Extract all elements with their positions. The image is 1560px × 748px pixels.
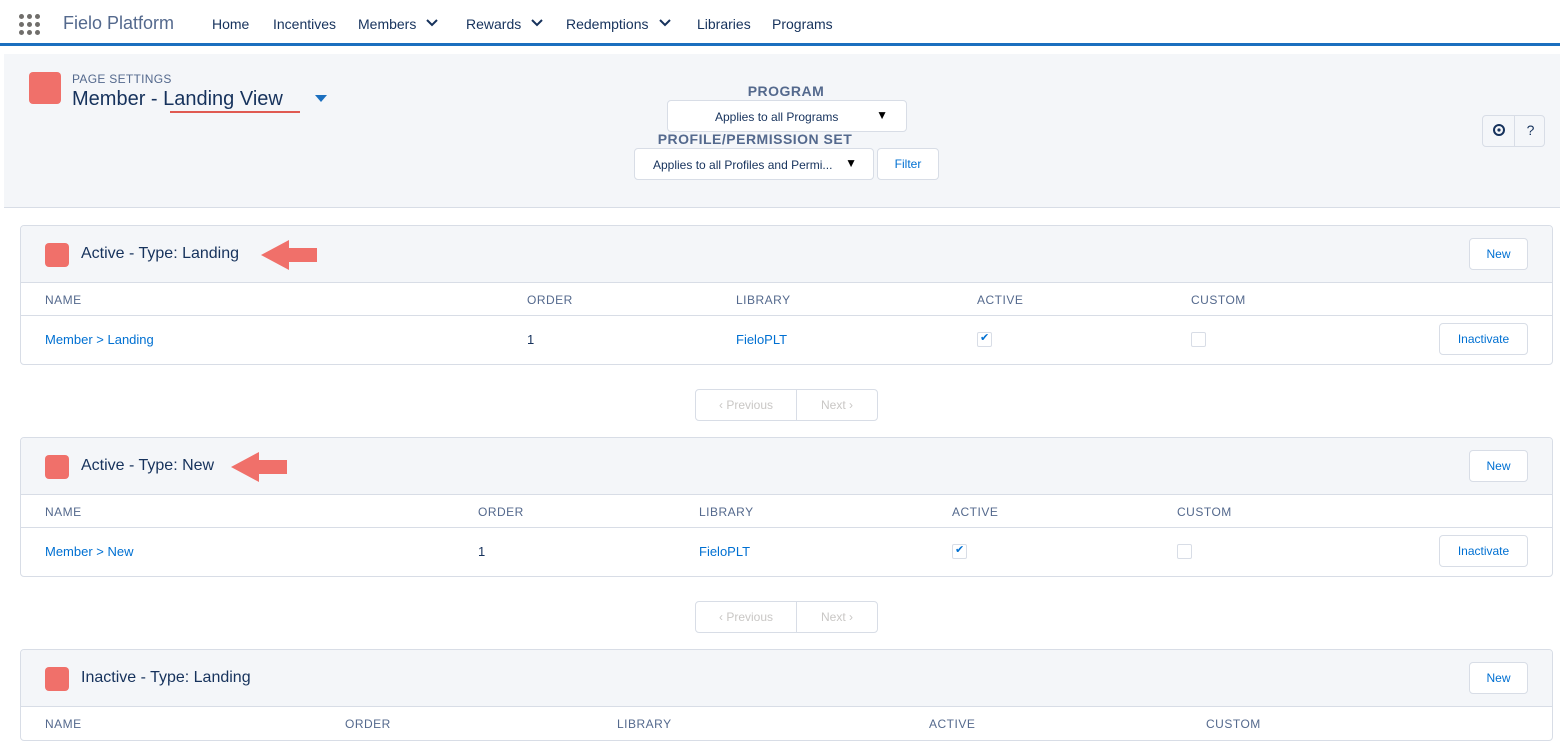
section-header: Active - Type: Landing New [21,226,1552,283]
page-header: PAGE SETTINGS Member - Landing View PROG… [4,54,1560,208]
checkmark-icon: ✔ [980,332,990,344]
column-header-name: NAME [45,505,82,519]
row-order: 1 [527,332,535,347]
chevron-right-icon: › [845,398,854,412]
filter-button[interactable]: Filter [877,148,939,180]
nav-label: Home [212,16,250,32]
next-button[interactable]: Next › [797,390,877,420]
title-view: Landing View [163,88,283,110]
section-icon [45,243,69,267]
new-button[interactable]: New [1469,450,1528,482]
nav-item-rewards[interactable]: Rewards [466,16,543,32]
section-icon [45,667,69,691]
dropdown-arrow-icon: ▼ [845,156,857,170]
profile-select-value: Applies to all Profiles and Permi... [653,158,833,172]
top-navigation: Fielo Platform Home Incentives Members R… [0,0,1560,46]
title-prefix: Member - [72,88,164,110]
inactivate-button[interactable]: Inactivate [1439,323,1528,355]
nav-label: Incentives [273,16,337,32]
program-label: PROGRAM [747,83,825,99]
help-icon[interactable]: ? [1515,116,1546,146]
column-header-library: LIBRARY [617,717,672,731]
chevron-right-icon: › [845,610,854,624]
chevron-down-icon[interactable] [426,19,439,27]
annotation-arrow-icon [231,452,287,482]
column-header-name: NAME [45,717,82,731]
previous-button[interactable]: ‹ Previous [696,602,796,632]
nav-item-programs[interactable]: Programs [772,16,833,32]
profile-label: PROFILE/PERMISSION SET [657,131,853,147]
section-title: Inactive - Type: Landing [81,669,251,686]
page-eyebrow: PAGE SETTINGS [72,72,172,86]
row-library-link[interactable]: FieloPLT [736,332,787,347]
section-header: Inactive - Type: Landing New [21,650,1552,707]
chevron-down-icon[interactable] [531,19,543,27]
page-title: Member - Landing View [72,88,283,111]
custom-checkbox[interactable] [1191,332,1206,347]
column-header-active: ACTIVE [977,293,1024,307]
column-header-order: ORDER [345,717,391,731]
chevron-down-icon[interactable] [658,19,671,27]
section-inactive-landing: Inactive - Type: Landing New NAME ORDER … [20,649,1553,741]
page-settings-icon [29,72,61,104]
column-header-order: ORDER [527,293,573,307]
annotation-arrow-icon [261,240,317,270]
app-launcher-icon[interactable] [19,14,41,36]
row-order: 1 [478,544,486,559]
settings-icon[interactable] [1483,116,1514,146]
view-dropdown-icon[interactable] [315,95,327,102]
active-checkbox[interactable]: ✔ [977,332,992,347]
nav-label: Libraries [697,16,751,32]
app-name: Fielo Platform [63,13,175,33]
section-active-landing: Active - Type: Landing New NAME ORDER LI… [20,225,1553,365]
previous-button[interactable]: ‹ Previous [696,390,796,420]
nav-label: Members [358,16,417,32]
row-name-link[interactable]: Member > New [45,544,134,559]
nav-item-members[interactable]: Members [358,16,439,32]
profile-select[interactable]: Applies to all Profiles and Permi... ▼ [634,148,874,180]
column-header-name: NAME [45,293,82,307]
section-active-new: Active - Type: New New NAME ORDER LIBRAR… [20,437,1553,577]
inactivate-button[interactable]: Inactivate [1439,535,1528,567]
column-header-active: ACTIVE [929,717,976,731]
nav-item-incentives[interactable]: Incentives [273,16,336,32]
next-label: Next [820,610,846,624]
previous-label: Previous [726,610,774,624]
active-checkbox[interactable]: ✔ [952,544,967,559]
section-title: Active - Type: Landing [81,245,240,262]
column-header-library: LIBRARY [736,293,791,307]
next-button[interactable]: Next › [797,602,877,632]
program-select-value: Applies to all Programs [715,110,839,124]
pagination: ‹ Previous Next › [695,601,878,633]
section-title: Active - Type: New [81,457,215,474]
pagination: ‹ Previous Next › [695,389,878,421]
row-library-link[interactable]: FieloPLT [699,544,750,559]
nav-item-redemptions[interactable]: Redemptions [566,16,671,32]
nav-item-libraries[interactable]: Libraries [697,16,751,32]
annotation-underline [170,111,300,113]
checkmark-icon: ✔ [955,544,965,556]
section-header: Active - Type: New New [21,438,1552,495]
previous-label: Previous [726,398,774,412]
section-icon [45,455,69,479]
custom-checkbox[interactable] [1177,544,1192,559]
new-button[interactable]: New [1469,662,1528,694]
program-select[interactable]: Applies to all Programs ▼ [667,100,907,132]
column-header-order: ORDER [478,505,524,519]
column-header-custom: CUSTOM [1191,293,1246,307]
column-header-custom: CUSTOM [1206,717,1261,731]
nav-item-home[interactable]: Home [212,16,249,32]
new-button[interactable]: New [1469,238,1528,270]
next-label: Next [820,398,846,412]
dropdown-arrow-icon: ▼ [876,108,888,122]
header-icon-group: ? [1482,115,1545,147]
nav-label: Programs [772,16,833,32]
column-header-active: ACTIVE [952,505,999,519]
nav-label: Redemptions [566,16,649,32]
column-header-library: LIBRARY [699,505,754,519]
row-name-link[interactable]: Member > Landing [45,332,154,347]
nav-label: Rewards [466,16,522,32]
column-header-custom: CUSTOM [1177,505,1232,519]
